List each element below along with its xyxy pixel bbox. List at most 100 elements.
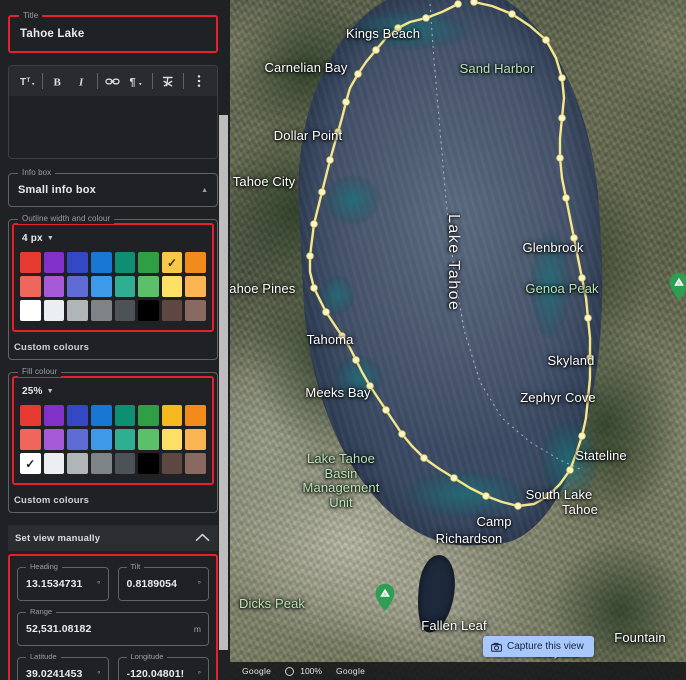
- colour-swatch[interactable]: [185, 429, 206, 450]
- italic-icon[interactable]: I: [70, 69, 94, 93]
- title-legend: Title: [19, 11, 43, 21]
- colour-swatch[interactable]: [138, 300, 159, 321]
- more-options-icon[interactable]: [187, 69, 211, 93]
- info-box-select-control[interactable]: Small info box ▲: [9, 174, 217, 206]
- info-box-select[interactable]: Info box Small info box ▲: [8, 168, 218, 207]
- info-box-legend: Info box: [18, 168, 56, 178]
- colour-swatch[interactable]: [43, 252, 65, 273]
- colour-swatch[interactable]: [90, 429, 112, 450]
- title-input[interactable]: Tahoe Lake: [10, 17, 216, 51]
- font-size-icon[interactable]: T T: [15, 69, 39, 93]
- longitude-legend: Longitude: [126, 652, 168, 662]
- colour-swatch[interactable]: [185, 405, 206, 426]
- colour-swatch[interactable]: [138, 429, 159, 450]
- heading-tilt-row: Heading 13.1534731 ° Tilt 0.8189054 °: [17, 562, 209, 601]
- colour-swatch[interactable]: [20, 429, 41, 450]
- heading-field[interactable]: Heading 13.1534731 °: [17, 562, 109, 601]
- heading-legend: Heading: [26, 562, 62, 572]
- map-viewport[interactable]: Kings Beach Sand Harbor Carnelian Bay Dolla…: [230, 0, 686, 680]
- colour-swatch[interactable]: [138, 453, 159, 474]
- chevron-up-icon[interactable]: [195, 532, 210, 544]
- colour-swatch[interactable]: [20, 252, 41, 273]
- range-field[interactable]: Range 52,531.08182 m: [17, 607, 209, 646]
- colour-swatch[interactable]: [114, 300, 136, 321]
- colour-swatch[interactable]: [20, 300, 41, 321]
- svg-text:T: T: [20, 77, 26, 88]
- colour-swatch[interactable]: [90, 405, 112, 426]
- colour-swatch[interactable]: [67, 405, 88, 426]
- colour-swatch[interactable]: [161, 405, 183, 426]
- colour-swatch[interactable]: [138, 405, 159, 426]
- colour-swatch[interactable]: [90, 300, 112, 321]
- colour-swatch[interactable]: [185, 252, 206, 273]
- colour-swatch[interactable]: [43, 429, 65, 450]
- set-view-header[interactable]: Set view manually: [8, 525, 218, 551]
- colour-swatch[interactable]: [114, 429, 136, 450]
- clear-format-icon[interactable]: [156, 69, 180, 93]
- colour-swatch[interactable]: [67, 276, 88, 297]
- colour-swatch[interactable]: ✓: [161, 252, 183, 273]
- link-icon[interactable]: [101, 69, 125, 93]
- latitude-field[interactable]: Latitude 39.0241453 °: [17, 652, 109, 680]
- title-input-wrapper[interactable]: Title Tahoe Lake: [8, 11, 218, 53]
- outline-custom-colours-link[interactable]: Custom colours: [9, 335, 217, 359]
- colour-swatch[interactable]: [161, 453, 183, 474]
- sidebar-scrollbar[interactable]: [219, 115, 228, 650]
- colour-swatch[interactable]: [185, 276, 206, 297]
- fill-legend: Fill colour: [18, 367, 62, 377]
- colour-swatch[interactable]: [114, 276, 136, 297]
- camera-icon: [491, 642, 502, 652]
- colour-swatch[interactable]: [20, 276, 41, 297]
- colour-swatch[interactable]: [185, 453, 206, 474]
- colour-swatch[interactable]: [67, 429, 88, 450]
- fill-palette: 25% ▼ ✓: [14, 378, 212, 483]
- colour-swatch[interactable]: [90, 252, 112, 273]
- colour-swatch[interactable]: [67, 453, 88, 474]
- swatch-row: [20, 276, 206, 297]
- colour-swatch[interactable]: [20, 405, 41, 426]
- longitude-field[interactable]: Longitude -120.04801! °: [117, 652, 209, 680]
- colour-swatch[interactable]: [43, 405, 65, 426]
- colour-swatch[interactable]: [185, 300, 206, 321]
- colour-swatch[interactable]: [90, 453, 112, 474]
- outline-width-value: 4 px: [22, 233, 43, 244]
- outline-palette: 4 px ▼ ✓: [14, 225, 212, 330]
- tilt-field[interactable]: Tilt 0.8189054 °: [117, 562, 209, 601]
- outline-palette-highlight: 4 px ▼ ✓: [12, 223, 214, 332]
- colour-swatch[interactable]: [67, 300, 88, 321]
- paragraph-icon[interactable]: ¶: [125, 69, 149, 93]
- fill-custom-colours-link[interactable]: Custom colours: [9, 488, 217, 512]
- colour-swatch[interactable]: [43, 453, 65, 474]
- colour-swatch[interactable]: ✓: [20, 453, 41, 474]
- fill-palette-highlight: 25% ▼ ✓: [12, 376, 214, 485]
- colour-swatch[interactable]: [138, 276, 159, 297]
- info-box-value: Small info box: [18, 184, 96, 196]
- google-logo-text: Google: [335, 666, 366, 676]
- capture-this-view-button[interactable]: Capture this view: [483, 636, 594, 657]
- colour-swatch[interactable]: [161, 276, 183, 297]
- description-textarea[interactable]: [9, 96, 217, 158]
- title-field-group: Title Tahoe Lake: [8, 11, 218, 53]
- colour-swatch[interactable]: [43, 300, 65, 321]
- colour-swatch[interactable]: [161, 300, 183, 321]
- latitude-legend: Latitude: [26, 652, 61, 662]
- colour-swatch[interactable]: [114, 405, 136, 426]
- bold-icon[interactable]: B: [46, 69, 70, 93]
- colour-swatch[interactable]: [43, 276, 65, 297]
- swatch-row: ✓: [20, 252, 206, 273]
- heading-unit: °: [97, 579, 101, 589]
- range-unit: m: [193, 624, 201, 634]
- zoom-level-indicator: 100%: [285, 666, 322, 676]
- swatch-row: [20, 429, 206, 450]
- svg-text:¶: ¶: [130, 76, 136, 88]
- colour-swatch[interactable]: [114, 453, 136, 474]
- colour-swatch[interactable]: [138, 252, 159, 273]
- outline-section: Outline width and colour 4 px ▼ ✓ Custom…: [8, 214, 218, 360]
- fill-opacity-dropdown[interactable]: 25% ▼: [22, 383, 206, 400]
- check-icon: ✓: [167, 255, 178, 270]
- colour-swatch[interactable]: [90, 276, 112, 297]
- outline-width-dropdown[interactable]: 4 px ▼: [22, 230, 206, 247]
- colour-swatch[interactable]: [161, 429, 183, 450]
- colour-swatch[interactable]: [67, 252, 88, 273]
- colour-swatch[interactable]: [114, 252, 136, 273]
